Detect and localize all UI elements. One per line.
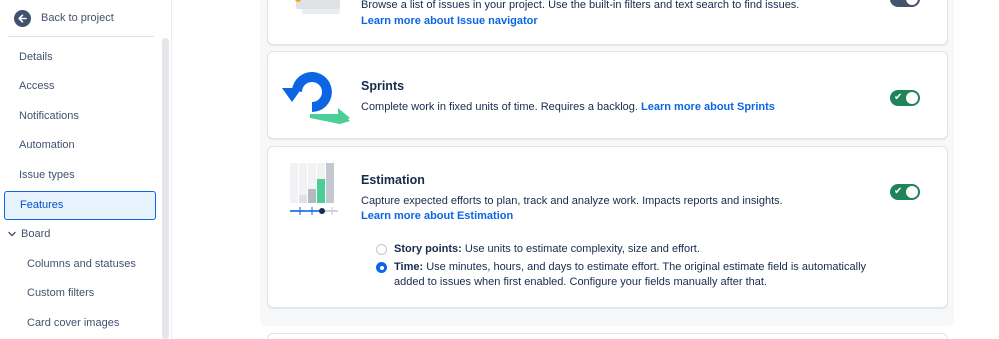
option-label: Story points:: [394, 243, 462, 255]
sidebar-item-custom-filters[interactable]: Custom filters: [4, 279, 156, 309]
sidebar-item-label: Access: [19, 80, 55, 93]
toggle-knob: [906, 186, 918, 198]
issue-navigator-description: Browse a list of issues in your project.…: [361, 0, 800, 11]
estimation-illustration-icon: [290, 163, 338, 215]
estimation-description: Capture expected efforts to plan, track …: [361, 195, 783, 207]
issue-navigator-illustration-icon: [295, 0, 340, 14]
sidebar-divider: [8, 36, 154, 37]
option-label: Time:: [394, 261, 424, 273]
sidebar-item-details[interactable]: Details: [4, 42, 156, 72]
check-icon: ✔: [894, 92, 903, 103]
radio-button[interactable]: [376, 244, 387, 255]
project-settings-features-page: Back to project Details Access Notificat…: [0, 0, 999, 339]
estimation-title: Estimation: [361, 173, 425, 187]
sprints-description: Complete work in fixed units of time. Re…: [361, 101, 638, 113]
sprints-learn-more-link[interactable]: Learn more about Sprints: [641, 101, 775, 113]
feature-card-sprints: Sprints Complete work in fixed units of …: [267, 51, 948, 139]
sidebar-item-label: Card cover images: [27, 316, 120, 329]
sidebar-item-notifications[interactable]: Notifications: [4, 101, 156, 131]
sidebar-item-label: Issue types: [19, 168, 75, 181]
toggle-knob: [906, 92, 918, 104]
sidebar-item-label: Features: [20, 199, 64, 211]
sprints-description-line: Complete work in fixed units of time. Re…: [361, 101, 775, 113]
option-text-continued: added to issues when first enabled. Conf…: [394, 276, 767, 288]
chevron-down-icon: [8, 232, 16, 237]
sprints-illustration-icon: [282, 72, 350, 124]
next-feature-card: [267, 333, 948, 339]
option-text: Use units to estimate complexity, size a…: [464, 243, 700, 255]
sidebar-scrollbar[interactable]: [162, 38, 169, 339]
radio-button-selected[interactable]: [376, 262, 387, 273]
sidebar-group-board[interactable]: Board: [4, 220, 156, 250]
toggle-knob: [906, 0, 918, 5]
sidebar-item-access[interactable]: Access: [4, 72, 156, 102]
back-to-project-link[interactable]: Back to project: [14, 8, 114, 28]
sidebar-item-columns-and-statuses[interactable]: Columns and statuses: [4, 249, 156, 279]
sidebar-item-label: Automation: [19, 139, 75, 152]
sidebar-item-automation[interactable]: Automation: [4, 131, 156, 161]
sidebar-item-label: Columns and statuses: [27, 257, 136, 270]
settings-sidebar: Back to project Details Access Notificat…: [0, 0, 172, 339]
sprints-toggle[interactable]: ✔: [890, 90, 920, 106]
sidebar-item-features[interactable]: Features: [4, 190, 156, 220]
sidebar-item-label: Notifications: [19, 109, 79, 122]
estimation-toggle[interactable]: ✔: [890, 184, 920, 200]
feature-card-estimation: Estimation Capture expected efforts to p…: [267, 146, 948, 308]
estimation-option-time[interactable]: Time: Use minutes, hours, and days to es…: [376, 260, 866, 290]
back-to-project-label: Back to project: [41, 12, 114, 24]
sidebar-nav: Details Access Notifications Automation …: [4, 42, 156, 338]
issue-navigator-learn-more-link[interactable]: Learn more about Issue navigator: [361, 15, 538, 27]
sidebar-item-card-cover-images[interactable]: Card cover images: [4, 308, 156, 338]
arrow-left-icon: [14, 9, 31, 27]
sidebar-item-label: Details: [19, 50, 53, 63]
estimation-learn-more-link[interactable]: Learn more about Estimation: [361, 210, 513, 222]
feature-card-issue-navigator: Browse a list of issues in your project.…: [267, 0, 948, 45]
option-text: Use minutes, hours, and days to estimate…: [426, 261, 867, 273]
sprints-title: Sprints: [361, 79, 405, 93]
estimation-option-story-points[interactable]: Story points: Use units to estimate comp…: [376, 242, 700, 257]
sidebar-item-label: Custom filters: [27, 287, 95, 300]
check-icon: ✔: [894, 186, 903, 197]
sidebar-item-issue-types[interactable]: Issue types: [4, 160, 156, 190]
sidebar-item-label: Board: [21, 228, 51, 241]
issue-navigator-toggle[interactable]: [890, 0, 920, 7]
